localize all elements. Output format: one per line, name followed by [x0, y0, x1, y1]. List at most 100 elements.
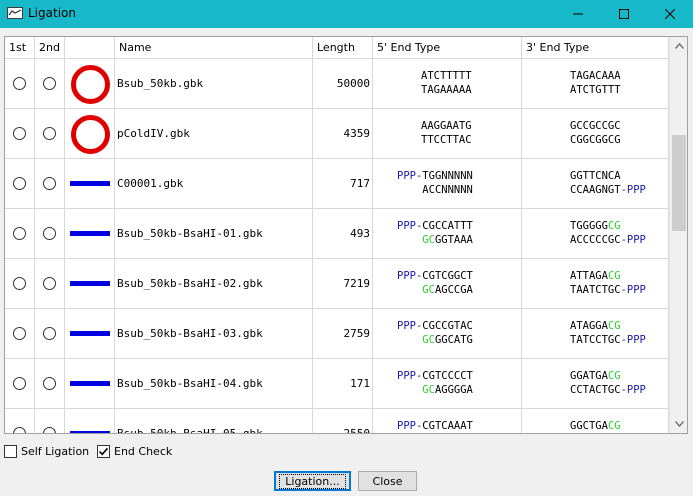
column-header-5-end-type[interactable]: 5' End Type [373, 37, 522, 59]
minimize-button[interactable] [555, 0, 601, 28]
circular-dna-icon [71, 115, 110, 154]
name-cell: Bsub_50kb-BsaHI-01.gbk [115, 209, 313, 259]
close-button[interactable]: Close [358, 471, 417, 491]
sequence-segment: CGTCAAAT [422, 420, 473, 432]
table-row[interactable]: pColdIV.gbk 4359 AAGGAATG TTCCTTAC GCCGCCGC C… [5, 109, 669, 159]
maximize-button[interactable] [601, 0, 647, 28]
second-radio-button[interactable] [43, 177, 56, 190]
scrollbar-thumb[interactable] [672, 135, 686, 231]
second-radio-button[interactable] [43, 127, 56, 140]
linear-dna-icon [70, 431, 110, 433]
length-cell: 717 [313, 159, 373, 209]
sequence-segment: TAGAAAAA [421, 84, 472, 96]
column-header-name[interactable]: Name [115, 37, 313, 59]
three-prime-end-cell: ATAGGACG TATCCTGC-PPP [522, 309, 669, 359]
sequence-segment: -PPP [620, 234, 646, 246]
end-check-checkbox[interactable] [97, 444, 110, 458]
sequence-segment [397, 384, 422, 396]
column-header-3-end-type[interactable]: 3' End Type [522, 37, 669, 59]
second-radio-button[interactable] [43, 327, 56, 340]
sequence-segment: TATCCTGC [570, 334, 621, 346]
second-radio-button[interactable] [43, 427, 56, 433]
sequence-line: PPP-CGTCAAAT [397, 419, 473, 433]
table-row[interactable]: Bsub_50kb-BsaHI-01.gbk 493 PPP-CGCCATTT GC… [5, 209, 669, 259]
table-row[interactable]: Bsub_50kb-BsaHI-03.gbk 2759 PPP-CGCCGTAC G… [5, 309, 669, 359]
sequence-segment: TAGACAAA [570, 70, 621, 82]
sequence-segment: CG [607, 370, 621, 382]
five-prime-end-cell: ATCTTTTT TAGAAAAA [373, 59, 522, 109]
end-check-option[interactable]: End Check [97, 443, 172, 459]
sequence-segment: PPP- [397, 420, 423, 432]
scroll-up-arrow-icon[interactable] [670, 37, 687, 55]
sequence-segment: ATCTGTTT [570, 84, 621, 96]
second-radio-button[interactable] [43, 77, 56, 90]
fragment-name: Bsub_50kb-BsaHI-01.gbk [117, 227, 263, 240]
column-header-shape[interactable] [65, 37, 115, 59]
second-radio-button[interactable] [43, 227, 56, 240]
first-radio-button[interactable] [13, 227, 26, 240]
sequence-segment: GCCGCCGC [570, 120, 621, 132]
first-radio-button[interactable] [13, 427, 26, 433]
column-header-2nd[interactable]: 2nd [35, 37, 65, 59]
sequence-line: CCAAGNGT-PPP [570, 183, 646, 197]
grid-header: 1st 2nd Name Length 5' End Type 3' End T… [5, 37, 669, 59]
three-prime-end-cell: ATTAGACG TAATCTGC-PPP [522, 259, 669, 309]
fragment-length: 50000 [336, 77, 370, 90]
second-select-cell [35, 109, 65, 159]
length-cell: 171 [313, 359, 373, 409]
column-header-length[interactable]: Length [313, 37, 373, 59]
table-row[interactable]: Bsub_50kb-BsaHI-02.gbk 7219 PPP-CGTCGGCT G… [5, 259, 669, 309]
second-select-cell [35, 209, 65, 259]
fragment-grid[interactable]: 1st 2nd Name Length 5' End Type 3' End T… [4, 36, 688, 434]
sequence-segment: CG [607, 420, 621, 432]
table-row[interactable]: Bsub_50kb-BsaHI-05.gbk 2550 PPP-CGTCAAAT GG… [5, 409, 669, 433]
table-row[interactable]: C00001.gbk 717 PPP-TGGNNNNN ACCNNNNN GGTTCN… [5, 159, 669, 209]
sequence-segment: CGCCATTT [422, 220, 473, 232]
self-ligation-checkbox[interactable] [4, 444, 17, 458]
sequence-segment: TTCCTTAC [421, 134, 472, 146]
five-prime-end-cell: PPP-CGTCAAAT [373, 409, 522, 433]
first-select-cell [5, 259, 35, 309]
fragment-name: Bsub_50kb-BsaHI-03.gbk [117, 327, 263, 340]
sequence-line: TTCCTTAC [421, 133, 472, 147]
first-radio-button[interactable] [13, 377, 26, 390]
scroll-down-arrow-icon[interactable] [670, 415, 687, 433]
second-select-cell [35, 359, 65, 409]
second-radio-button[interactable] [43, 377, 56, 390]
name-cell: pColdIV.gbk [115, 109, 313, 159]
column-header-1st[interactable]: 1st [5, 37, 35, 59]
close-window-button[interactable] [647, 0, 693, 28]
fragment-length: 717 [350, 177, 370, 190]
sequence-segment: GGTTCNCA [570, 170, 621, 182]
first-radio-button[interactable] [13, 127, 26, 140]
table-row[interactable]: Bsub_50kb-BsaHI-04.gbk 171 PPP-CGTCCCCT GC… [5, 359, 669, 409]
self-ligation-option[interactable]: Self Ligation [4, 443, 89, 459]
first-radio-button[interactable] [13, 277, 26, 290]
circular-dna-icon [71, 65, 110, 104]
second-select-cell [35, 259, 65, 309]
window-title: Ligation [28, 6, 76, 20]
five-prime-end-cell: PPP-CGTCGGCT GCAGCCGA [373, 259, 522, 309]
first-radio-button[interactable] [13, 177, 26, 190]
length-cell: 2759 [313, 309, 373, 359]
vertical-scrollbar[interactable] [669, 37, 687, 433]
sequence-segment: ACCNNNNN [422, 184, 473, 196]
first-select-cell [5, 359, 35, 409]
sequence-segment: ACCCCCGC [570, 234, 621, 246]
grid-rows: Bsub_50kb.gbk 50000 ATCTTTTT TAGAAAAA TAGACA… [5, 59, 669, 433]
first-radio-button[interactable] [13, 327, 26, 340]
second-radio-button[interactable] [43, 277, 56, 290]
sequence-segment: CCTACTGC [570, 384, 621, 396]
sequence-segment: CG [607, 220, 621, 232]
length-cell: 493 [313, 209, 373, 259]
first-radio-button[interactable] [13, 77, 26, 90]
fragment-name: Bsub_50kb-BsaHI-04.gbk [117, 377, 263, 390]
sequence-line: GGATGACG [570, 369, 621, 383]
first-select-cell [5, 59, 35, 109]
name-cell: Bsub_50kb.gbk [115, 59, 313, 109]
ligation-button[interactable]: Ligation... [274, 471, 351, 491]
first-select-cell [5, 209, 35, 259]
table-row[interactable]: Bsub_50kb.gbk 50000 ATCTTTTT TAGAAAAA TAGACA… [5, 59, 669, 109]
first-select-cell [5, 409, 35, 433]
sequence-line: GCAGGGGA [397, 383, 473, 397]
